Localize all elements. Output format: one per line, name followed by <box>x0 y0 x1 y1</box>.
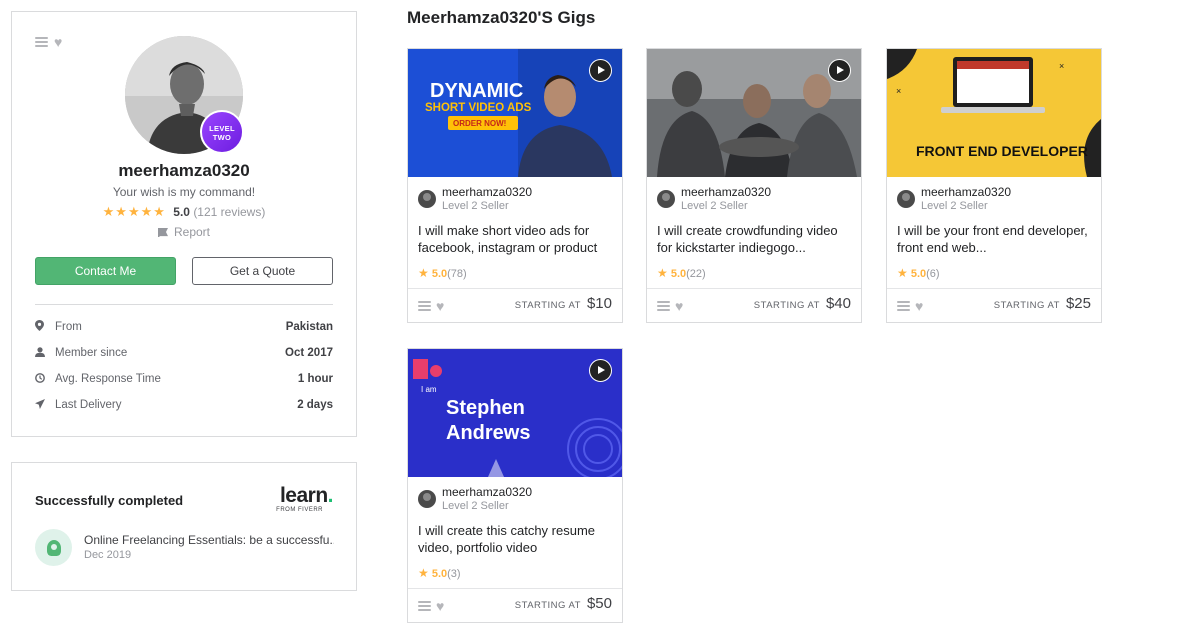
gig-title[interactable]: I will create this catchy resume video, … <box>418 522 614 556</box>
report-link[interactable]: Report <box>12 225 356 239</box>
divider <box>408 288 622 289</box>
gig-actions: ♥ <box>418 299 444 313</box>
stat-from: From Pakistan <box>35 318 333 336</box>
gig-card[interactable]: × × FRONT END DEVELOPER meerhamza0320 Le… <box>886 48 1102 323</box>
seller-avatar <box>418 190 436 208</box>
svg-text:ORDER NOW!: ORDER NOW! <box>453 119 506 128</box>
gig-actions: ♥ <box>657 299 683 313</box>
seller-name[interactable]: meerhamza0320 <box>681 185 771 199</box>
gig-card[interactable]: meerhamza0320 Level 2 Seller I will crea… <box>646 48 862 323</box>
gig-actions: ♥ <box>897 299 923 313</box>
gig-rating: ★ 5.0(78) <box>418 266 467 280</box>
gig-thumbnail[interactable] <box>647 49 861 177</box>
profile-actions: ♥ <box>35 35 62 49</box>
profile-tagline: Your wish is my command! <box>112 185 256 199</box>
learn-logo: learn. FROM FIVERR <box>276 484 333 513</box>
seller-level: Level 2 Seller <box>442 500 509 512</box>
seller-name[interactable]: meerhamza0320 <box>442 485 532 499</box>
heart-icon[interactable]: ♥ <box>436 299 444 313</box>
gig-card[interactable]: DYNAMIC SHORT VIDEO ADS ORDER NOW! meerh… <box>407 48 623 323</box>
seller-level: Level 2 Seller <box>921 200 988 212</box>
play-icon[interactable] <box>589 59 612 82</box>
svg-text:DYNAMIC: DYNAMIC <box>430 80 523 102</box>
gig-thumbnail[interactable]: DYNAMIC SHORT VIDEO ADS ORDER NOW! <box>408 49 622 177</box>
menu-icon[interactable] <box>418 301 431 311</box>
heart-icon[interactable]: ♥ <box>915 299 923 313</box>
stat-response-time: Avg. Response Time 1 hour <box>35 370 333 388</box>
profile-username: meerhamza0320 <box>118 161 250 180</box>
learn-title: Successfully completed <box>35 493 184 508</box>
profile-rating: ★★★★★ 5.0 (121 reviews) <box>12 204 356 220</box>
star-icon: ★ <box>418 266 429 280</box>
star-icons: ★★★★★ <box>102 204 166 219</box>
menu-icon[interactable] <box>657 301 670 311</box>
gig-rating: ★ 5.0(22) <box>657 266 706 280</box>
heart-icon[interactable]: ♥ <box>436 599 444 613</box>
menu-icon[interactable] <box>35 37 48 47</box>
seller-avatar <box>657 190 675 208</box>
get-quote-button[interactable]: Get a Quote <box>192 257 333 285</box>
stat-last-delivery: Last Delivery 2 days <box>35 396 333 414</box>
gig-price: STARTING AT $50 <box>514 595 612 612</box>
stat-member-since: Member since Oct 2017 <box>35 344 333 362</box>
gig-thumbnail[interactable]: × × FRONT END DEVELOPER <box>887 49 1101 177</box>
svg-text:Andrews: Andrews <box>446 422 530 444</box>
contact-me-button[interactable]: Contact Me <box>35 257 176 285</box>
seller-avatar <box>418 490 436 508</box>
divider <box>408 588 622 589</box>
seller-name[interactable]: meerhamza0320 <box>921 185 1011 199</box>
level-badge: LEVEL TWO <box>200 110 244 154</box>
gig-title[interactable]: I will create crowdfunding video for kic… <box>657 222 853 256</box>
gig-price: STARTING AT $40 <box>753 295 851 312</box>
gig-title[interactable]: I will make short video ads for facebook… <box>418 222 614 256</box>
gig-card[interactable]: I am Stephen Andrews meerhamza0320 Level… <box>407 348 623 623</box>
divider <box>35 304 333 305</box>
svg-text:Stephen: Stephen <box>446 397 525 419</box>
menu-icon[interactable] <box>897 301 910 311</box>
learn-card: Successfully completed learn. FROM FIVER… <box>11 462 357 591</box>
flag-icon <box>157 228 168 237</box>
gig-price: STARTING AT $10 <box>514 295 612 312</box>
star-icon: ★ <box>897 266 908 280</box>
star-icon: ★ <box>418 566 429 580</box>
play-icon[interactable] <box>589 359 612 382</box>
heart-icon[interactable]: ♥ <box>54 35 62 49</box>
play-icon[interactable] <box>828 59 851 82</box>
divider <box>647 288 861 289</box>
gig-title[interactable]: I will be your front end developer, fron… <box>897 222 1093 256</box>
gigs-heading: Meerhamza0320'S Gigs <box>407 8 596 27</box>
course-name[interactable]: Online Freelancing Essentials: be a succ… <box>84 533 334 547</box>
svg-text:×: × <box>896 86 901 96</box>
rating-value: 5.0 <box>173 205 190 219</box>
clock-icon <box>35 372 51 386</box>
star-icon: ★ <box>657 266 668 280</box>
seller-name[interactable]: meerhamza0320 <box>442 185 532 199</box>
gig-actions: ♥ <box>418 599 444 613</box>
award-icon <box>35 529 72 566</box>
svg-text:×: × <box>1059 61 1064 71</box>
heart-icon[interactable]: ♥ <box>675 299 683 313</box>
svg-text:I am: I am <box>421 385 437 394</box>
gig-rating: ★ 5.0(3) <box>418 566 461 580</box>
user-icon <box>35 346 51 360</box>
divider <box>887 288 1101 289</box>
seller-avatar <box>897 190 915 208</box>
seller-level: Level 2 Seller <box>681 200 748 212</box>
svg-text:SHORT VIDEO ADS: SHORT VIDEO ADS <box>425 102 532 114</box>
gig-price: STARTING AT $25 <box>993 295 1091 312</box>
gig-rating: ★ 5.0(6) <box>897 266 940 280</box>
review-count: (121 reviews) <box>193 205 266 219</box>
course-date: Dec 2019 <box>84 549 132 561</box>
svg-text:FRONT END DEVELOPER: FRONT END DEVELOPER <box>916 143 1088 159</box>
menu-icon[interactable] <box>418 601 431 611</box>
location-pin-icon <box>35 320 51 334</box>
paper-plane-icon <box>35 398 51 412</box>
profile-card: ♥ LEVEL TWO meerhamza0320 Your wish is m… <box>11 11 357 437</box>
gig-thumbnail[interactable]: I am Stephen Andrews <box>408 349 622 477</box>
seller-level: Level 2 Seller <box>442 200 509 212</box>
